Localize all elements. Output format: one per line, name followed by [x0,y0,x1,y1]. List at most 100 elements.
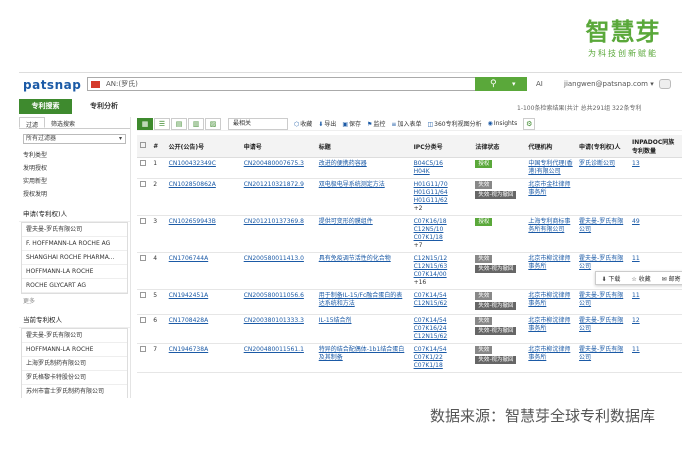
favorite-action[interactable]: ☆ 收藏 [631,274,650,283]
publication-number-link[interactable]: CN102659943B [169,218,216,225]
patent-title-link[interactable]: 提供可变形的膜组件 [319,218,373,225]
publication-number-link[interactable]: CN100432349C [169,160,216,167]
row-select-cell[interactable] [137,343,151,373]
ipc-code[interactable]: C07K14/54 [414,346,470,354]
col-header[interactable]: INPADOC同族专利数量 [629,135,682,158]
publication-number-link[interactable]: CN102850862A [169,181,216,188]
row-checkbox[interactable] [140,346,146,352]
table-row[interactable]: 6 CN1708428A CN200380101333.3 IL-15结合剂 C07K1… [137,314,682,344]
select-all-checkbox[interactable] [140,142,146,148]
owner-link[interactable]: 霍夫曼-罗氏有限公司 [579,346,623,361]
sidebar-tab-screening[interactable]: 筛选搜索 [45,117,81,128]
favorite-button[interactable]: ⬡收藏 [294,119,312,128]
application-number-link[interactable]: CN200480007675.3 [244,160,304,167]
table-row[interactable]: 2 CN102850862A CN201210321872.9 双电极电导系统测定方法… [137,178,682,216]
more-link[interactable]: 更多 [19,294,130,307]
patent-title-link[interactable]: 双电极电导系统测定方法 [319,181,385,188]
tab-patent-analysis[interactable]: 专利分析 [79,99,129,114]
table-view-icon[interactable]: ▦ [137,117,153,130]
family-count-link[interactable]: 11 [632,292,640,299]
sort-select[interactable]: 最相关 [228,117,288,130]
col-header[interactable]: IPC分类号 [410,135,473,158]
family-count-link[interactable]: 12 [632,317,640,324]
image-view-icon[interactable]: ▥ [188,117,204,130]
col-header[interactable]: 标题 [315,135,411,158]
table-row[interactable]: 5 CN1942451A CN200580011056.6 用于制备IL-15/Fc融… [137,289,682,315]
agency-link[interactable]: 北京市金杜律师事务所 [528,181,570,196]
owner-link[interactable]: 霍夫曼-罗氏有限公司 [579,317,623,332]
row-select-cell[interactable] [137,314,151,344]
col-header[interactable]: 代理机构 [525,135,577,158]
flag-icon[interactable] [91,81,100,88]
ipc-code[interactable]: H04K [414,168,470,176]
owner-link[interactable]: 罗氏诊断公司 [579,160,615,167]
family-count-link[interactable]: 11 [632,255,640,262]
owner-option[interactable]: 苏州市富士罗氏制药有限公司 [22,385,127,398]
owner-option[interactable]: 霍夫曼-罗氏有限公司 [22,329,127,343]
table-row[interactable]: 3 CN102659943B CN201210137369.8 提供可变形的膜组件 C0… [137,215,682,253]
row-checkbox[interactable] [140,255,146,261]
agency-link[interactable]: 北京市柳沈律师事务所 [528,317,570,332]
owner-option[interactable]: HOFFMANN-LA ROCHE [22,343,127,357]
filter-select[interactable]: 所有过滤器 ▾ [23,134,126,144]
export-button[interactable]: ⬇导出 [318,119,336,128]
ipc-more[interactable]: +2 [414,205,423,212]
add-to-list-button[interactable]: ≡加入表单 [391,119,421,128]
row-select-cell[interactable] [137,252,151,290]
filter-option[interactable]: 授权发明 [19,188,130,201]
owner-link[interactable]: 霍夫曼-罗氏有限公司 [579,292,623,307]
agency-link[interactable]: 上海专利商标事务所有限公司 [528,218,570,233]
owner-link[interactable]: 霍夫曼-罗氏有限公司 [579,255,623,270]
patent-title-link[interactable]: 具有免疫调节活性的化合物 [319,255,391,262]
row-checkbox[interactable] [140,317,146,323]
application-number-link[interactable]: CN200580011056.6 [244,292,304,299]
chart-view-icon[interactable]: ▨ [205,117,221,130]
search-button[interactable]: ⚲ ▾ [475,77,527,91]
ipc-code[interactable]: C07K1/18 [414,234,470,242]
ipc-code[interactable]: C07K16/18 [414,218,470,226]
patent-title-link[interactable]: IL-15结合剂 [319,317,352,324]
search-input[interactable]: AN:(罗氏) [87,77,497,91]
ipc-code[interactable]: B04C5/16 [414,160,470,168]
sidebar-tab-filter[interactable]: 过滤 [19,117,46,129]
family-count-link[interactable]: 49 [632,218,640,225]
insights-button[interactable]: ◉Insights [488,120,518,127]
table-row[interactable]: 1 CN100432349C CN200480007675.3 改进的便携药容器 B04… [137,157,682,179]
ipc-code[interactable]: C12N15/62 [414,300,470,308]
applicant-option[interactable]: ROCHE GLYCART AG [22,279,127,293]
family-count-link[interactable]: 13 [632,160,640,167]
card-view-icon[interactable]: ▤ [171,117,187,130]
ipc-code[interactable]: C07K1/22 [414,354,470,362]
patent-title-link[interactable]: 改进的便携药容器 [319,160,367,167]
ipc-more[interactable]: +16 [414,279,427,286]
applicant-option[interactable]: SHANGHAI ROCHE PHARMA... [22,251,127,265]
ipc-code[interactable]: H01G11/64 [414,189,470,197]
filter-option[interactable]: 发明授权 [19,162,130,175]
application-number-link[interactable]: CN201210321872.9 [244,181,304,188]
ipc-code[interactable]: C12N15/12 [414,255,470,263]
ipc-code[interactable]: C12N15/62 [414,333,470,341]
application-number-link[interactable]: CN200480011561.1 [244,346,304,353]
col-header[interactable]: 申请(专利权)人 [576,135,629,158]
agency-link[interactable]: 北京市柳沈律师事务所 [528,292,570,307]
mail-action[interactable]: ✉ 邮寄 [662,274,681,283]
user-menu[interactable]: jiangwen@patsnap.com ▾ [564,80,654,88]
row-select-cell[interactable] [137,178,151,216]
ipc-code[interactable]: C07K16/24 [414,325,470,333]
col-header[interactable]: 申请号 [240,135,316,158]
ai-label[interactable]: AI [536,80,543,88]
publication-number-link[interactable]: CN1946738A [169,346,209,353]
publication-number-link[interactable]: CN1708428A [169,317,209,324]
ipc-code[interactable]: C12N5/10 [414,226,470,234]
ipc-code[interactable]: C07K14/54 [414,317,470,325]
row-select-cell[interactable] [137,289,151,315]
ipc-code[interactable]: C07K14/00 [414,271,470,279]
agency-link[interactable]: 中国专利代理(香港)有限公司 [528,160,572,175]
col-header[interactable]: 法律状态 [472,135,526,158]
ipc-code[interactable]: H01G11/70 [414,181,470,189]
row-checkbox[interactable] [140,292,146,298]
select-all-cell[interactable] [137,135,151,158]
gear-icon[interactable]: ⚙ [523,117,536,130]
patent-title-link[interactable]: 用于制备IL-15/Fc融合蛋白的表达系统和方法 [319,292,403,307]
row-select-cell[interactable] [137,157,151,179]
